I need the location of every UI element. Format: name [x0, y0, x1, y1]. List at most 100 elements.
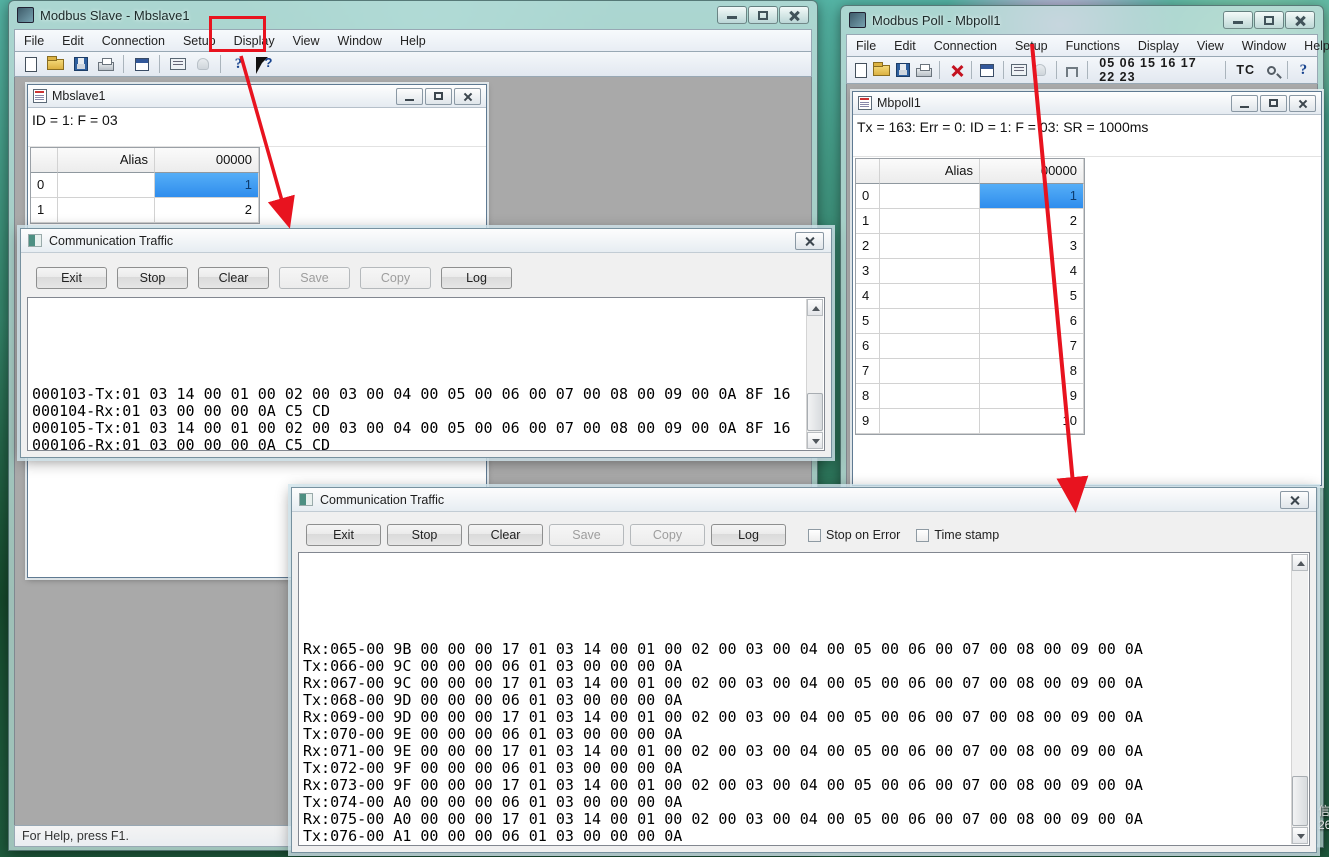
comm-log-icon[interactable]: [1010, 60, 1029, 81]
menu-item[interactable]: File: [847, 36, 885, 56]
poll-titlebar[interactable]: Modbus Poll - Mbpoll1: [841, 6, 1323, 34]
pulse-icon[interactable]: [1062, 60, 1081, 81]
alias-cell[interactable]: [880, 409, 980, 434]
menu-item[interactable]: Display: [1129, 36, 1188, 56]
value-cell[interactable]: 9: [980, 384, 1084, 409]
maximize-button[interactable]: [748, 6, 778, 24]
alias-cell[interactable]: [880, 234, 980, 259]
value-cell[interactable]: 8: [980, 359, 1084, 384]
menu-item[interactable]: File: [15, 31, 53, 51]
table-row[interactable]: 4 5: [856, 284, 1084, 309]
stop-on-error-checkbox[interactable]: [808, 529, 821, 542]
display-setup-icon[interactable]: [978, 60, 997, 81]
alias-cell[interactable]: [880, 334, 980, 359]
display-setup-icon[interactable]: [130, 54, 153, 75]
scroll-down-icon[interactable]: [1292, 827, 1308, 844]
print-icon[interactable]: [914, 60, 933, 81]
scroll-up-icon[interactable]: [1292, 554, 1308, 571]
table-row[interactable]: 3 4: [856, 259, 1084, 284]
doc-maximize-button[interactable]: [1260, 95, 1287, 112]
scroll-down-icon[interactable]: [807, 432, 823, 449]
menu-item[interactable]: View: [284, 31, 329, 51]
stop-button[interactable]: Stop: [117, 267, 188, 289]
alias-cell[interactable]: [58, 198, 155, 223]
slave-traffic-log[interactable]: 000103-Tx:01 03 14 00 01 00 02 00 03 00 …: [27, 297, 825, 451]
scroll-up-icon[interactable]: [807, 299, 823, 316]
value-cell[interactable]: 7: [980, 334, 1084, 359]
value-cell[interactable]: 4: [980, 259, 1084, 284]
menu-item[interactable]: Setup: [1006, 36, 1057, 56]
value-cell[interactable]: 10: [980, 409, 1084, 434]
menu-item[interactable]: View: [1188, 36, 1233, 56]
close-button[interactable]: [779, 6, 809, 24]
save-icon[interactable]: [69, 54, 92, 75]
comm-disabled-icon[interactable]: [1031, 60, 1050, 81]
table-row[interactable]: 1 2: [856, 209, 1084, 234]
close-button[interactable]: [1285, 11, 1315, 29]
save-icon[interactable]: [893, 60, 912, 81]
stop-button[interactable]: Stop: [387, 524, 462, 546]
open-file-icon[interactable]: [44, 54, 67, 75]
clear-button[interactable]: Clear: [198, 267, 269, 289]
print-icon[interactable]: [94, 54, 117, 75]
menu-item[interactable]: Help: [1295, 36, 1329, 56]
function-code-buttons[interactable]: 05 06 15 16 17 22 23: [1094, 56, 1218, 84]
minimize-button[interactable]: [1223, 11, 1253, 29]
dialog-titlebar[interactable]: Communication Traffic: [292, 488, 1316, 512]
doc-close-button[interactable]: [1289, 95, 1316, 112]
value-cell[interactable]: 1: [155, 173, 259, 198]
menu-item[interactable]: Setup: [174, 31, 225, 51]
time-stamp-checkbox[interactable]: [916, 529, 929, 542]
open-file-icon[interactable]: [872, 60, 891, 81]
table-row[interactable]: 7 8: [856, 359, 1084, 384]
menu-item[interactable]: Window: [1233, 36, 1295, 56]
menu-item[interactable]: Functions: [1057, 36, 1129, 56]
table-row[interactable]: 0 1: [856, 184, 1084, 209]
comm-log-icon[interactable]: [166, 54, 189, 75]
menu-item[interactable]: Edit: [53, 31, 93, 51]
mbslave1-titlebar[interactable]: Mbslave1: [28, 85, 486, 108]
table-row[interactable]: 2 3: [856, 234, 1084, 259]
table-row[interactable]: 0 1: [31, 173, 259, 198]
new-file-icon[interactable]: [19, 54, 42, 75]
doc-minimize-button[interactable]: [1231, 95, 1258, 112]
alias-cell[interactable]: [880, 184, 980, 209]
alias-cell[interactable]: [58, 173, 155, 198]
table-row[interactable]: 1 2: [31, 198, 259, 223]
time-stamp-option[interactable]: Time stamp: [916, 528, 999, 542]
alias-cell[interactable]: [880, 384, 980, 409]
menu-item[interactable]: Window: [329, 31, 391, 51]
zoom-icon[interactable]: [1262, 60, 1281, 81]
exit-button[interactable]: Exit: [306, 524, 381, 546]
table-row[interactable]: 9 10: [856, 409, 1084, 434]
stop-on-error-option[interactable]: Stop on Error: [808, 528, 900, 542]
clear-button[interactable]: Clear: [468, 524, 543, 546]
menu-item[interactable]: Display: [225, 31, 284, 51]
alias-cell[interactable]: [880, 309, 980, 334]
log-button[interactable]: Log: [441, 267, 512, 289]
value-cell[interactable]: 2: [980, 209, 1084, 234]
log-button[interactable]: Log: [711, 524, 786, 546]
comm-disabled-icon[interactable]: [191, 54, 214, 75]
exit-button[interactable]: Exit: [36, 267, 107, 289]
scrollbar-thumb[interactable]: [807, 393, 823, 431]
test-center-button[interactable]: TC: [1231, 63, 1260, 77]
help-icon[interactable]: ?: [227, 54, 250, 75]
value-cell[interactable]: 2: [155, 198, 259, 223]
menu-item[interactable]: Connection: [93, 31, 174, 51]
doc-maximize-button[interactable]: [425, 88, 452, 105]
doc-minimize-button[interactable]: [396, 88, 423, 105]
scrollbar-thumb[interactable]: [1292, 776, 1308, 826]
value-cell[interactable]: 3: [980, 234, 1084, 259]
value-cell[interactable]: 1: [980, 184, 1084, 209]
context-help-icon[interactable]: [252, 54, 275, 75]
help-icon[interactable]: ?: [1294, 60, 1313, 81]
cancel-icon[interactable]: [946, 60, 965, 81]
slave-titlebar[interactable]: Modbus Slave - Mbslave1: [9, 1, 817, 29]
poll-traffic-log[interactable]: Rx:065-00 9B 00 00 00 17 01 03 14 00 01 …: [298, 552, 1310, 846]
close-icon[interactable]: [795, 232, 824, 250]
table-row[interactable]: 5 6: [856, 309, 1084, 334]
alias-cell[interactable]: [880, 209, 980, 234]
alias-cell[interactable]: [880, 259, 980, 284]
doc-close-button[interactable]: [454, 88, 481, 105]
